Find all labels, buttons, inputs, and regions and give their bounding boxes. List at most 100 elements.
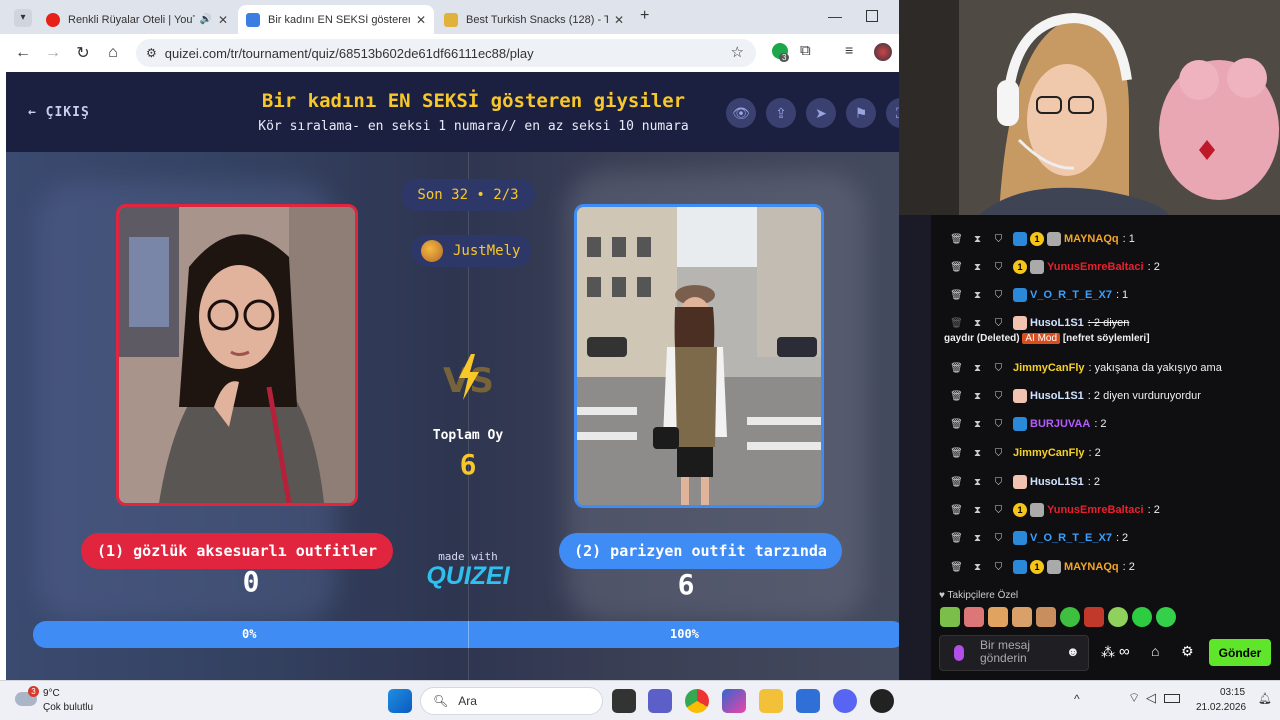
file-explorer-icon[interactable] bbox=[759, 689, 783, 713]
delete-icon[interactable]: 🗑 bbox=[950, 234, 963, 245]
settings-gear-icon[interactable]: ⚙ bbox=[1181, 643, 1194, 660]
send-button[interactable]: ➤ bbox=[806, 98, 836, 128]
ban-shield-icon[interactable]: ⛉ bbox=[992, 318, 1005, 329]
emote-icon[interactable] bbox=[1012, 607, 1032, 627]
emote-icon[interactable] bbox=[1132, 607, 1152, 627]
delete-icon[interactable]: 🗑 bbox=[950, 448, 963, 459]
delete-icon[interactable]: 🗑 bbox=[950, 318, 963, 329]
chrome-icon[interactable] bbox=[685, 689, 709, 713]
ban-shield-icon[interactable]: ⛉ bbox=[992, 562, 1005, 573]
store-app-icon[interactable] bbox=[796, 689, 820, 713]
delete-icon[interactable]: 🗑 bbox=[950, 419, 963, 430]
points-icon[interactable]: ⁂ bbox=[1101, 644, 1115, 661]
clock-date[interactable]: 21.02.2026 bbox=[1196, 702, 1246, 713]
minimize-icon[interactable]: — bbox=[828, 8, 842, 24]
ban-shield-icon[interactable]: ⛉ bbox=[992, 290, 1005, 301]
timeout-icon[interactable]: ⧗ bbox=[971, 533, 984, 544]
timeout-icon[interactable]: ⧗ bbox=[971, 448, 984, 459]
app-icon[interactable] bbox=[870, 689, 894, 713]
chat-username[interactable]: HusoL1S1 bbox=[1030, 476, 1084, 488]
delete-icon[interactable]: 🗑 bbox=[950, 505, 963, 516]
chat-username[interactable]: MAYNAQq bbox=[1064, 561, 1119, 573]
report-flag-button[interactable]: ⚑ bbox=[846, 98, 876, 128]
speaker-icon[interactable]: 🔊 bbox=[199, 14, 211, 25]
network-icon[interactable]: ⌔ bbox=[1128, 690, 1140, 706]
ban-shield-icon[interactable]: ⛉ bbox=[992, 391, 1005, 402]
discord-icon[interactable] bbox=[833, 689, 857, 713]
copilot-icon[interactable] bbox=[722, 689, 746, 713]
chat-username[interactable]: YunusEmreBaltaci bbox=[1047, 261, 1144, 273]
tab-tierlist[interactable]: Best Turkish Snacks (128) - Tier ✕ bbox=[436, 5, 632, 34]
emote-icon[interactable] bbox=[1156, 607, 1176, 627]
close-tab-icon[interactable]: ✕ bbox=[218, 13, 228, 27]
profile-avatar[interactable] bbox=[874, 43, 892, 61]
chat-username[interactable]: BURJUVAA bbox=[1030, 418, 1090, 430]
tab-quizei[interactable]: Bir kadını EN SEKSİ gösteren giysiler ✕ bbox=[238, 5, 434, 34]
emote-icon[interactable] bbox=[1108, 607, 1128, 627]
timeout-icon[interactable]: ⧗ bbox=[971, 290, 984, 301]
clock-time[interactable]: 03:15 bbox=[1220, 687, 1245, 698]
ban-shield-icon[interactable]: ⛉ bbox=[992, 262, 1005, 273]
timeout-icon[interactable]: ⧗ bbox=[971, 477, 984, 488]
taskbar-search[interactable]: 🔍︎ Ara bbox=[420, 687, 603, 715]
battery-icon[interactable] bbox=[1164, 694, 1180, 703]
emote-icon[interactable] bbox=[1084, 607, 1104, 627]
weather-temp[interactable]: 9°C bbox=[43, 688, 60, 699]
timeout-icon[interactable]: ⧗ bbox=[971, 234, 984, 245]
timeout-icon[interactable]: ⧗ bbox=[971, 391, 984, 402]
chat-username[interactable]: V_O_R_T_E_X7 bbox=[1030, 532, 1112, 544]
media-control-icon[interactable]: ≡ bbox=[845, 42, 853, 58]
notification-bell-icon[interactable]: 🔔︎ bbox=[1258, 692, 1272, 705]
site-info-icon[interactable]: ⚙ bbox=[146, 46, 157, 60]
timeout-icon[interactable]: ⧗ bbox=[971, 262, 984, 273]
timeout-icon[interactable]: ⧗ bbox=[971, 419, 984, 430]
timeout-icon[interactable]: ⧗ bbox=[971, 318, 984, 329]
tab-menu-chevron-icon[interactable]: ▾ bbox=[14, 9, 32, 27]
teams-icon[interactable] bbox=[648, 689, 672, 713]
microphone-icon[interactable] bbox=[954, 645, 964, 661]
new-tab-icon[interactable]: + bbox=[640, 7, 649, 25]
tray-chevron-icon[interactable]: ^ bbox=[1074, 692, 1080, 706]
delete-icon[interactable]: 🗑 bbox=[950, 477, 963, 488]
ban-shield-icon[interactable]: ⛉ bbox=[992, 363, 1005, 374]
delete-icon[interactable]: 🗑 bbox=[950, 562, 963, 573]
extensions-puzzle-icon[interactable]: ⧉ bbox=[800, 42, 811, 59]
close-tab-icon[interactable]: ✕ bbox=[614, 13, 624, 27]
delete-icon[interactable]: 🗑 bbox=[950, 533, 963, 544]
emoji-icon[interactable]: ☻ bbox=[1066, 644, 1080, 659]
delete-icon[interactable]: 🗑 bbox=[950, 290, 963, 301]
delete-icon[interactable]: 🗑 bbox=[950, 363, 963, 374]
chat-username[interactable]: HusoL1S1 bbox=[1030, 390, 1084, 402]
ban-shield-icon[interactable]: ⛉ bbox=[992, 448, 1005, 459]
emote-icon[interactable] bbox=[964, 607, 984, 627]
reload-icon[interactable]: ↻ bbox=[68, 43, 98, 63]
share-button[interactable]: ⇪ bbox=[766, 98, 796, 128]
ban-shield-icon[interactable]: ⛉ bbox=[992, 419, 1005, 430]
option1-image-card[interactable] bbox=[116, 204, 358, 506]
timeout-icon[interactable]: ⧗ bbox=[971, 363, 984, 374]
creator-badge[interactable]: JustMely bbox=[411, 235, 531, 267]
delete-icon[interactable]: 🗑 bbox=[950, 262, 963, 273]
forward-icon[interactable]: → bbox=[38, 44, 68, 62]
chat-username[interactable]: MAYNAQq bbox=[1064, 233, 1119, 245]
send-chat-button[interactable]: Gönder bbox=[1209, 639, 1271, 666]
url-field[interactable]: ⚙ quizei.com/tr/tournament/quiz/68513b60… bbox=[136, 39, 756, 67]
chat-username[interactable]: JimmyCanFly bbox=[1013, 447, 1085, 459]
store-icon[interactable]: ⌂ bbox=[1151, 643, 1159, 659]
chat-username[interactable]: YunusEmreBaltaci bbox=[1047, 504, 1144, 516]
chat-message-input[interactable]: Bir mesaj gönderin ☻ bbox=[939, 635, 1089, 671]
task-view-icon[interactable] bbox=[612, 689, 636, 713]
volume-icon[interactable]: ◁ bbox=[1146, 690, 1156, 706]
timeout-icon[interactable]: ⧗ bbox=[971, 562, 984, 573]
delete-icon[interactable]: 🗑 bbox=[950, 391, 963, 402]
emote-icon[interactable] bbox=[940, 607, 960, 627]
timeout-icon[interactable]: ⧗ bbox=[971, 505, 984, 516]
option2-vote-button[interactable]: (2) parizyen outfit tarzında bbox=[559, 533, 842, 569]
chat-username[interactable]: JimmyCanFly bbox=[1013, 362, 1085, 374]
ban-shield-icon[interactable]: ⛉ bbox=[992, 234, 1005, 245]
back-icon[interactable]: ← bbox=[8, 44, 38, 62]
quizei-logo[interactable]: QUIZEI bbox=[418, 562, 518, 591]
maximize-icon[interactable] bbox=[866, 10, 878, 22]
option2-image-card[interactable] bbox=[574, 204, 824, 508]
home-icon[interactable]: ⌂ bbox=[98, 44, 128, 62]
